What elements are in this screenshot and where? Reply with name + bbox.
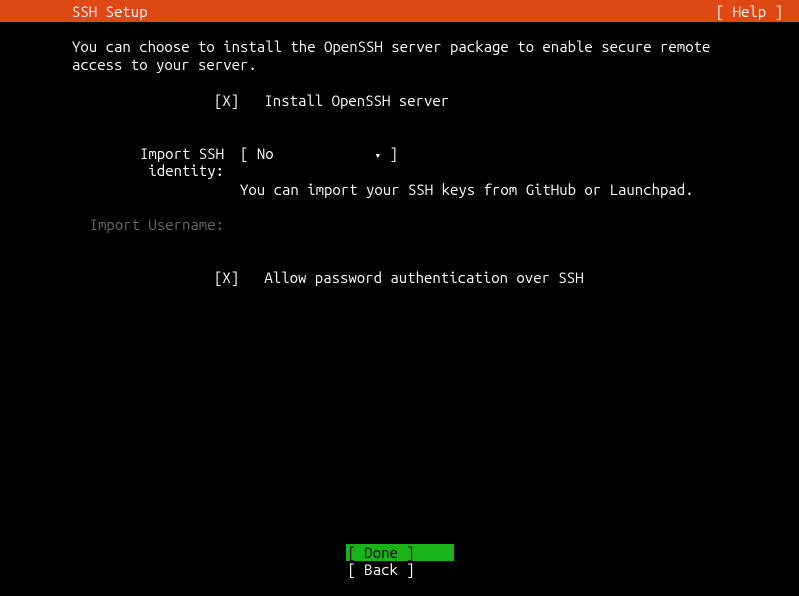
install-openssh-checkbox[interactable]: [X] <box>214 92 239 109</box>
import-identity-label: Import SSH identity: <box>72 145 240 179</box>
import-identity-row: Import SSH identity: [ No ▾ ] <box>72 145 727 179</box>
footer: [ Done ] [ Back ] <box>0 544 799 579</box>
done-button[interactable]: [ Done ] <box>346 544 454 561</box>
help-button[interactable]: [ Help ] <box>716 3 783 20</box>
page-title: SSH Setup <box>72 3 148 20</box>
description-text: You can choose to install the OpenSSH se… <box>72 38 727 74</box>
install-openssh-row[interactable]: [X] Install OpenSSH server <box>214 92 727 109</box>
main-content: You can choose to install the OpenSSH se… <box>0 22 799 286</box>
header-bar: SSH Setup [ Help ] <box>0 0 799 22</box>
allow-password-row[interactable]: [X] Allow password authentication over S… <box>214 269 727 286</box>
allow-password-label: Allow password authentication over SSH <box>264 269 583 286</box>
back-button[interactable]: [ Back ] <box>346 561 454 578</box>
dropdown-value: No <box>257 145 274 162</box>
allow-password-checkbox[interactable]: [X] <box>214 269 239 286</box>
import-identity-dropdown[interactable]: [ No ▾ ] <box>240 145 398 179</box>
import-username-label: Import Username: <box>72 216 240 233</box>
install-openssh-label: Install OpenSSH server <box>264 92 449 109</box>
import-identity-help: You can import your SSH keys from GitHub… <box>240 181 727 198</box>
import-username-row: Import Username: <box>72 216 727 233</box>
